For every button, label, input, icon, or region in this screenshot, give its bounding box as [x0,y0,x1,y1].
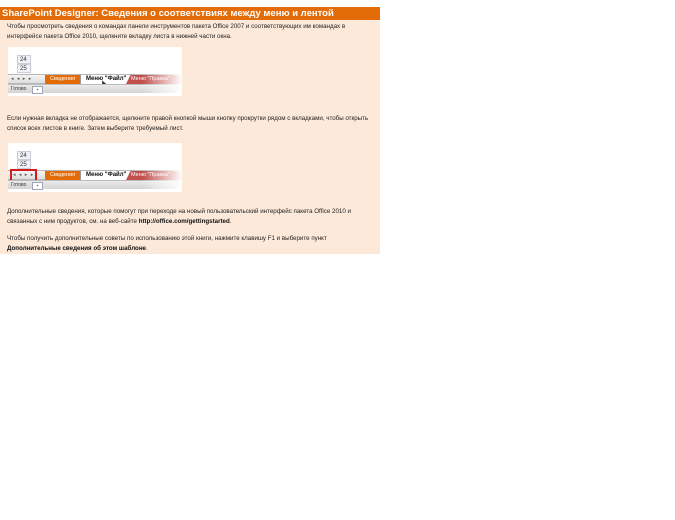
paragraph-intro: Чтобы просмотреть сведения о командах па… [7,23,346,40]
paragraph-hidden-tab: Если нужная вкладка не отображается, щел… [7,115,369,132]
row-number: 25 [17,160,31,169]
paragraph-tips: Чтобы получить дополнительные советы по … [7,234,375,254]
paragraph-more-info: Дополнительные сведения, которые помогут… [7,207,375,227]
row-number: 25 [17,64,31,73]
macro-record-icon: ▪ [32,86,43,94]
office-website-link[interactable]: http://office.com/gettingstarted [139,218,230,225]
screenshot-sheet-tabs: 24 25 ◂ ◂ ▸ ▸ Сведения Меню "Файл" Меню … [8,47,182,96]
tab-scroll-buttons[interactable]: ◂ ◂ ▸ ▸ [9,169,38,182]
worksheet-area: SharePoint Designer: Сведения о соответс… [0,7,380,254]
sheet-tab-info[interactable]: Сведения [45,171,81,180]
template-help-item: Дополнительные сведения об этом шаблоне [7,245,146,252]
fade-overlay [142,143,182,192]
screenshot-scroll-buttons: 24 25 ◂ ◂ ▸ ▸ Сведения Меню "Файл" Меню … [8,143,182,192]
row-number: 24 [17,55,31,64]
status-text: Готово [11,182,27,188]
tips-text: Чтобы получить дополнительные советы по … [7,235,327,242]
tab-scroll-buttons[interactable]: ◂ ◂ ▸ ▸ [11,76,32,83]
status-text: Готово [11,86,27,92]
row-number: 24 [17,151,31,160]
macro-record-icon: ▪ [32,182,43,190]
fade-overlay [142,47,182,96]
sentence-end: . [146,245,148,252]
sheet-tab-file-menu[interactable]: Меню "Файл" [80,171,133,180]
page-title: SharePoint Designer: Сведения о соответс… [0,7,380,20]
sheet-tab-info[interactable]: Сведения [45,75,81,84]
sentence-end: . [229,218,232,225]
